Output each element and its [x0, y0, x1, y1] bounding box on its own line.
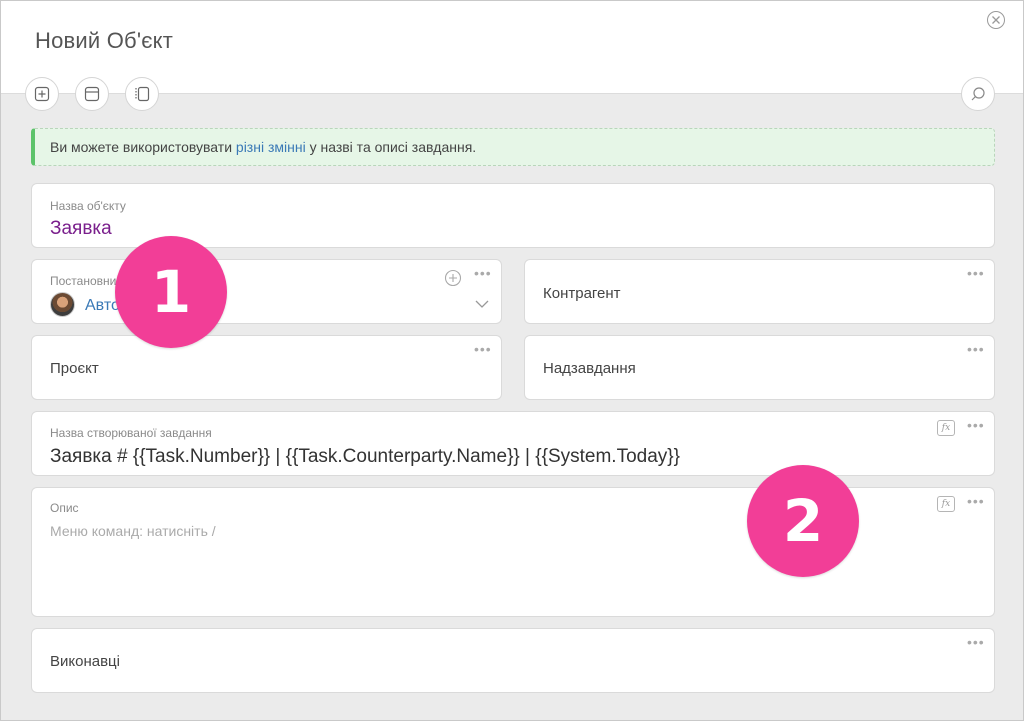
parent-task-field[interactable]: Надзавдання ••• [524, 335, 995, 400]
description-label: Опис [50, 501, 79, 515]
variables-link[interactable]: різні змінні [236, 139, 306, 155]
add-block-icon [34, 86, 50, 102]
dialog-title: Новий Об'єкт [35, 28, 173, 53]
layout-icon [84, 86, 100, 102]
callout-badge-2: 2 [747, 465, 859, 577]
counterparty-placeholder: Контрагент [543, 285, 621, 302]
creator-more-button[interactable]: ••• [474, 266, 492, 280]
task-name-label: Назва створюваної завдання [50, 426, 212, 440]
counterparty-field[interactable]: Контрагент ••• [524, 259, 995, 324]
chevron-down-icon[interactable] [475, 300, 489, 309]
dialog-header: Новий Об'єкт [1, 1, 1023, 94]
dialog-window: Новий Об'єкт Ви можете використовувати р… [0, 0, 1024, 721]
description-placeholder[interactable]: Меню команд: натисніть / [50, 523, 216, 539]
add-block-button[interactable] [25, 77, 59, 111]
project-field[interactable]: Проєкт ••• [31, 335, 502, 400]
object-name-value[interactable]: Заявка [50, 218, 112, 240]
creator-label: Постановник [50, 274, 122, 288]
project-more-button[interactable]: ••• [474, 342, 492, 356]
assignees-more-button[interactable]: ••• [967, 635, 985, 649]
project-placeholder: Проєкт [50, 360, 99, 377]
counterparty-more-button[interactable]: ••• [967, 266, 985, 280]
callout-badge-1: 1 [115, 236, 227, 348]
avatar [50, 292, 75, 317]
object-name-label: Назва об'єкту [50, 199, 126, 213]
close-button[interactable] [987, 11, 1005, 29]
creator-field[interactable]: Постановник Авто ••• [31, 259, 502, 324]
sidebar-icon [135, 86, 150, 102]
task-name-value[interactable]: Заявка # {{Task.Number}} | {{Task.Counte… [50, 446, 680, 468]
description-more-button[interactable]: ••• [967, 494, 985, 508]
layout-button[interactable] [75, 77, 109, 111]
search-icon [971, 87, 985, 101]
task-name-more-button[interactable]: ••• [967, 418, 985, 432]
close-icon [992, 16, 1000, 24]
fx-icon[interactable]: fx [937, 496, 955, 512]
assignees-field[interactable]: Виконавці ••• [31, 628, 995, 693]
add-circle-icon[interactable] [444, 269, 462, 287]
variables-notice: Ви можете використовувати різні змінні у… [31, 128, 995, 166]
parent-task-placeholder: Надзавдання [543, 360, 636, 377]
notice-text-after: у назві та описі завдання. [305, 139, 477, 155]
sidebar-button[interactable] [125, 77, 159, 111]
notice-text-before: Ви можете використовувати [50, 139, 236, 155]
fx-icon[interactable]: fx [937, 420, 955, 436]
parent-task-more-button[interactable]: ••• [967, 342, 985, 356]
task-name-field[interactable]: Назва створюваної завдання Заявка # {{Ta… [31, 411, 995, 476]
search-button[interactable] [961, 77, 995, 111]
assignees-placeholder: Виконавці [50, 653, 120, 670]
